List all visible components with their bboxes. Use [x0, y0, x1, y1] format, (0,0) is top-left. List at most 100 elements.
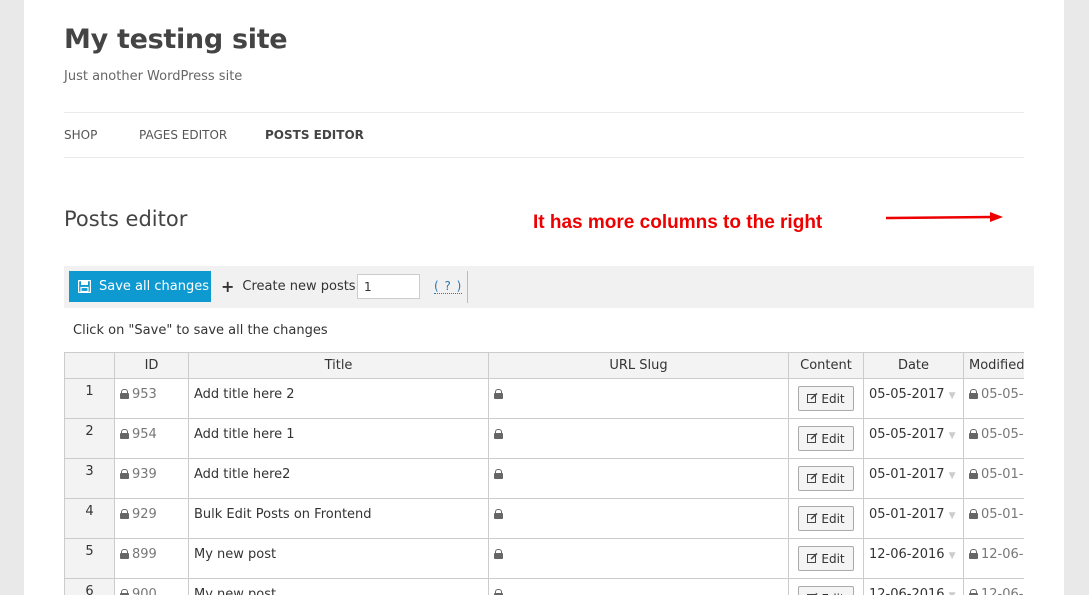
row-number: 1 [64, 378, 115, 419]
edit-content-button[interactable]: Edit [798, 506, 854, 531]
title-cell[interactable]: Add title here 2 [188, 378, 489, 419]
url-slug-cell [488, 418, 789, 459]
nav-item-shop[interactable]: SHOP [64, 128, 97, 142]
id-cell: 953 [114, 378, 189, 419]
lock-icon [969, 429, 978, 439]
edit-content-button[interactable]: Edit [798, 546, 854, 571]
edit-content-button[interactable]: Edit [798, 586, 854, 595]
date-cell[interactable]: 12-06-2016 ▼ [863, 578, 964, 595]
modified-value: 05-05-2017 [981, 427, 1024, 442]
title-cell[interactable]: My new post [188, 538, 489, 579]
date-cell[interactable]: 05-05-2017 ▼ [863, 418, 964, 459]
nav-item-pages-editor[interactable]: PAGES EDITOR [139, 128, 227, 142]
edit-icon [807, 513, 818, 523]
site-description: Just another WordPress site [64, 69, 243, 84]
column-header-content[interactable]: Content [788, 352, 864, 379]
lock-icon [120, 429, 129, 439]
annotation-arrow-icon [886, 212, 1003, 222]
post-id: 899 [132, 547, 157, 562]
content-cell: Edit [788, 578, 864, 595]
lock-icon [120, 589, 129, 595]
create-new-posts-button[interactable]: + Create new posts [221, 279, 356, 295]
modified-value: 05-01-2017 [981, 507, 1024, 522]
toolbar-divider [467, 271, 468, 303]
column-header-modified[interactable]: Modified [963, 352, 1024, 379]
page-title: Posts editor [64, 207, 188, 231]
edit-icon [807, 473, 818, 483]
page-container: My testing site Just another WordPress s… [24, 0, 1064, 595]
column-header-date[interactable]: Date [863, 352, 964, 379]
posts-grid: ID Title URL Slug Content Date Modified … [64, 352, 1024, 595]
save-hint-text: Click on "Save" to save all the changes [73, 323, 328, 338]
lock-icon [969, 549, 978, 559]
lock-icon [494, 389, 503, 399]
edit-button-label: Edit [821, 511, 845, 526]
dropdown-caret-icon[interactable]: ▼ [949, 431, 956, 441]
row-number: 4 [64, 498, 115, 539]
lock-icon [120, 509, 129, 519]
title-cell[interactable]: Add title here2 [188, 458, 489, 499]
table-row: 5 899 My new post Edit 12-06-2016 ▼ 12-06… [64, 538, 1024, 579]
post-id: 954 [132, 427, 157, 442]
dropdown-caret-icon[interactable]: ▼ [949, 471, 956, 481]
new-posts-count-input[interactable] [357, 274, 420, 299]
posts-table: ID Title URL Slug Content Date Modified … [64, 352, 1024, 595]
date-value: 05-01-2017 [869, 467, 945, 482]
modified-value: 05-01-2017 [981, 467, 1024, 482]
floppy-disk-icon [78, 280, 91, 293]
column-header-url-slug[interactable]: URL Slug [488, 352, 789, 379]
table-row: 2 954 Add title here 1 Edit 05-05-2017 ▼ … [64, 418, 1024, 459]
edit-content-button[interactable]: Edit [798, 466, 854, 491]
modified-value: 12-06-2016 [981, 547, 1024, 562]
date-cell[interactable]: 05-01-2017 ▼ [863, 498, 964, 539]
edit-button-label: Edit [821, 592, 844, 595]
edit-content-button[interactable]: Edit [798, 426, 854, 451]
editor-toolbar: Save all changes + Create new posts ( ? … [64, 266, 1034, 308]
table-row: 6 900 My new post Edit 12-06-2016 ▼ 12-06… [64, 578, 1024, 595]
dropdown-caret-icon[interactable]: ▼ [949, 591, 956, 595]
id-cell: 899 [114, 538, 189, 579]
post-id: 929 [132, 507, 157, 522]
title-cell[interactable]: My new post [188, 578, 489, 595]
date-value: 12-06-2016 [869, 587, 945, 595]
column-header-title[interactable]: Title [188, 352, 489, 379]
content-cell: Edit [788, 538, 864, 579]
modified-cell: 05-01-2017 [963, 498, 1024, 539]
date-cell[interactable]: 05-05-2017 ▼ [863, 378, 964, 419]
modified-cell: 12-06-2016 [963, 578, 1024, 595]
save-all-changes-button[interactable]: Save all changes [69, 271, 211, 302]
lock-icon [120, 549, 129, 559]
lock-icon [494, 429, 503, 439]
title-cell[interactable]: Add title here 1 [188, 418, 489, 459]
site-title[interactable]: My testing site [64, 24, 288, 55]
id-cell: 939 [114, 458, 189, 499]
dropdown-caret-icon[interactable]: ▼ [949, 551, 956, 561]
nav-item-posts-editor[interactable]: POSTS EDITOR [265, 128, 364, 142]
date-value: 05-05-2017 [869, 387, 945, 402]
modified-cell: 12-06-2016 [963, 538, 1024, 579]
table-header-row: ID Title URL Slug Content Date Modified [64, 352, 1024, 379]
table-row: 1 953 Add title here 2 Edit 05-05-2017 ▼ … [64, 378, 1024, 419]
edit-icon [807, 393, 818, 403]
help-link[interactable]: ( ? ) [434, 279, 463, 294]
edit-button-label: Edit [821, 471, 845, 486]
column-header-id[interactable]: ID [114, 352, 189, 379]
url-slug-cell [488, 498, 789, 539]
dropdown-caret-icon[interactable]: ▼ [949, 511, 956, 521]
dropdown-caret-icon[interactable]: ▼ [949, 391, 956, 401]
title-cell[interactable]: Bulk Edit Posts on Frontend [188, 498, 489, 539]
post-id: 939 [132, 467, 157, 482]
post-id: 900 [132, 587, 157, 595]
date-cell[interactable]: 05-01-2017 ▼ [863, 458, 964, 499]
post-id: 953 [132, 387, 157, 402]
edit-content-button[interactable]: Edit [798, 386, 854, 411]
corner-header-cell [64, 352, 115, 379]
date-value: 05-05-2017 [869, 427, 945, 442]
lock-icon [120, 389, 129, 399]
id-cell: 929 [114, 498, 189, 539]
content-cell: Edit [788, 498, 864, 539]
date-cell[interactable]: 12-06-2016 ▼ [863, 538, 964, 579]
modified-cell: 05-01-2017 [963, 458, 1024, 499]
row-number: 3 [64, 458, 115, 499]
table-row: 3 939 Add title here2 Edit 05-01-2017 ▼ 0… [64, 458, 1024, 499]
